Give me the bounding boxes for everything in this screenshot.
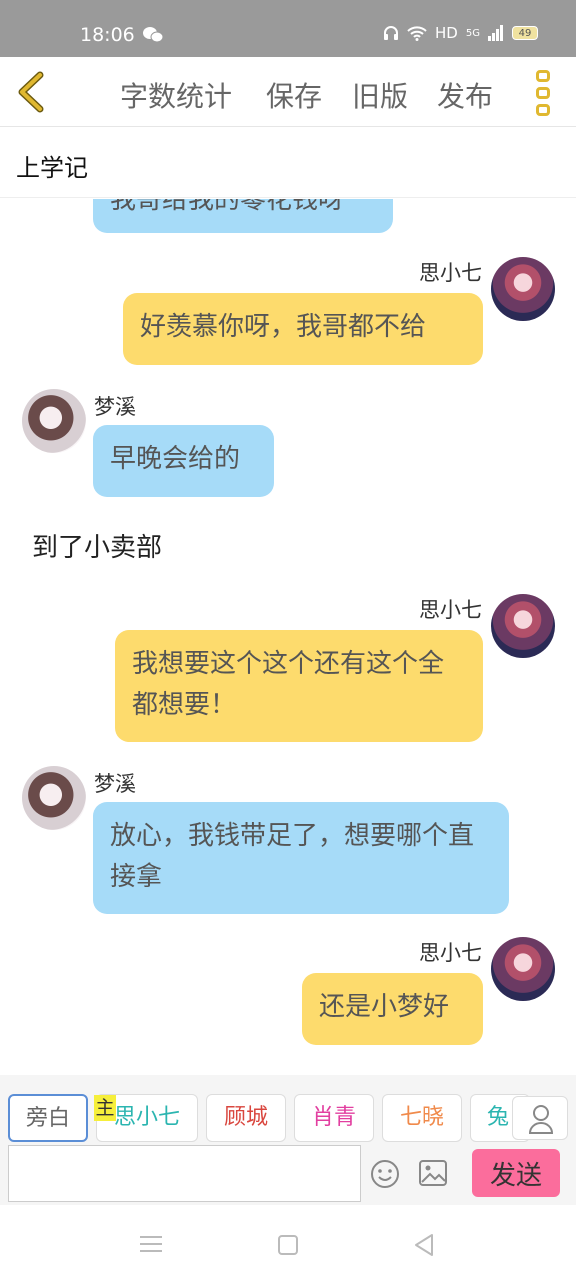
- save-button[interactable]: 保存: [266, 75, 322, 115]
- wifi-icon: [407, 26, 427, 41]
- more-menu-icon[interactable]: [536, 70, 554, 116]
- speaker-name: 梦溪: [94, 772, 136, 796]
- message-text: 好羡慕你呀，我哥都不给: [140, 312, 427, 342]
- message-bubble[interactable]: 早晚会给的: [93, 425, 274, 497]
- publish-button[interactable]: 发布: [437, 75, 493, 115]
- top-toolbar: 字数统计 保存 旧版 发布: [0, 57, 576, 127]
- headset-icon: [384, 26, 399, 40]
- avatar[interactable]: [22, 766, 86, 830]
- story-title-row: 上学记: [0, 128, 576, 198]
- signal-icon: [488, 25, 503, 41]
- system-nav-bar: [0, 1205, 576, 1280]
- avatar[interactable]: [491, 257, 555, 321]
- role-narration[interactable]: 旁白: [8, 1094, 88, 1142]
- word-count-button[interactable]: 字数统计: [120, 75, 232, 115]
- message-text: 放心，我钱带足了，想要哪个直接拿: [110, 821, 475, 892]
- message-text: 早晚会给的: [110, 444, 241, 474]
- story-title: 上学记: [16, 154, 88, 182]
- role-label: 肖青: [311, 1105, 356, 1130]
- narration-text: 到了小卖部: [32, 533, 163, 563]
- role-label: 七晓: [399, 1105, 444, 1130]
- message-text: 我想要这个这个还有这个全都想要！: [132, 649, 445, 720]
- emoji-icon[interactable]: [370, 1159, 400, 1189]
- message-text: 我哥给我的零花钱呀: [110, 199, 345, 215]
- role-label: 兔: [487, 1105, 510, 1130]
- role-bar: 旁白 思小七 主 顾城 肖青 七晓 兔: [0, 1075, 576, 1143]
- message-bubble[interactable]: 放心，我钱带足了，想要哪个直接拿: [93, 802, 509, 914]
- status-right: HD 5G 49: [383, 24, 538, 42]
- role-label: 思小七: [113, 1105, 180, 1130]
- host-badge: 主: [94, 1095, 116, 1121]
- message-input[interactable]: [8, 1145, 361, 1202]
- home-icon[interactable]: [278, 1235, 298, 1255]
- battery-icon: 49: [512, 26, 538, 40]
- role-label: 旁白: [25, 1106, 70, 1131]
- message-bubble[interactable]: 我哥给我的零花钱呀: [93, 199, 393, 233]
- speaker-name: 思小七: [419, 261, 482, 285]
- menu-icon[interactable]: [140, 1235, 162, 1253]
- speaker-name: 思小七: [419, 598, 482, 622]
- message-bubble[interactable]: 还是小梦好: [302, 973, 483, 1045]
- old-version-button[interactable]: 旧版: [352, 75, 408, 115]
- send-button[interactable]: 发送: [472, 1149, 560, 1197]
- signal-type: 5G: [465, 27, 480, 39]
- input-bar: 发送: [0, 1143, 576, 1205]
- message-text: 还是小梦好: [319, 992, 450, 1022]
- speaker-name: 梦溪: [94, 395, 136, 419]
- avatar[interactable]: [491, 937, 555, 1001]
- image-icon[interactable]: [418, 1159, 448, 1187]
- back-triangle-icon[interactable]: [414, 1233, 434, 1257]
- wechat-icon: [143, 27, 164, 43]
- status-bar: 18:06 HD 5G 49: [0, 0, 576, 57]
- speaker-name: 思小七: [419, 941, 482, 965]
- role-manage-button[interactable]: [512, 1096, 568, 1140]
- avatar[interactable]: [491, 594, 555, 658]
- avatar[interactable]: [22, 389, 86, 453]
- role-qixiao[interactable]: 七晓: [382, 1094, 462, 1142]
- role-label: 顾城: [223, 1105, 268, 1130]
- message-bubble[interactable]: 我想要这个这个还有这个全都想要！: [115, 630, 483, 742]
- person-icon: [528, 1105, 554, 1134]
- network-type: HD: [435, 24, 458, 42]
- back-arrow-icon[interactable]: [14, 71, 50, 113]
- role-xiaoqing[interactable]: 肖青: [294, 1094, 374, 1142]
- status-time: 18:06: [80, 24, 135, 46]
- message-bubble[interactable]: 好羡慕你呀，我哥都不给: [123, 293, 483, 365]
- role-gucheng[interactable]: 顾城: [206, 1094, 286, 1142]
- chat-area[interactable]: 我哥给我的零花钱呀 思小七 好羡慕你呀，我哥都不给 梦溪 早晚会给的 到了小卖部…: [0, 199, 576, 1075]
